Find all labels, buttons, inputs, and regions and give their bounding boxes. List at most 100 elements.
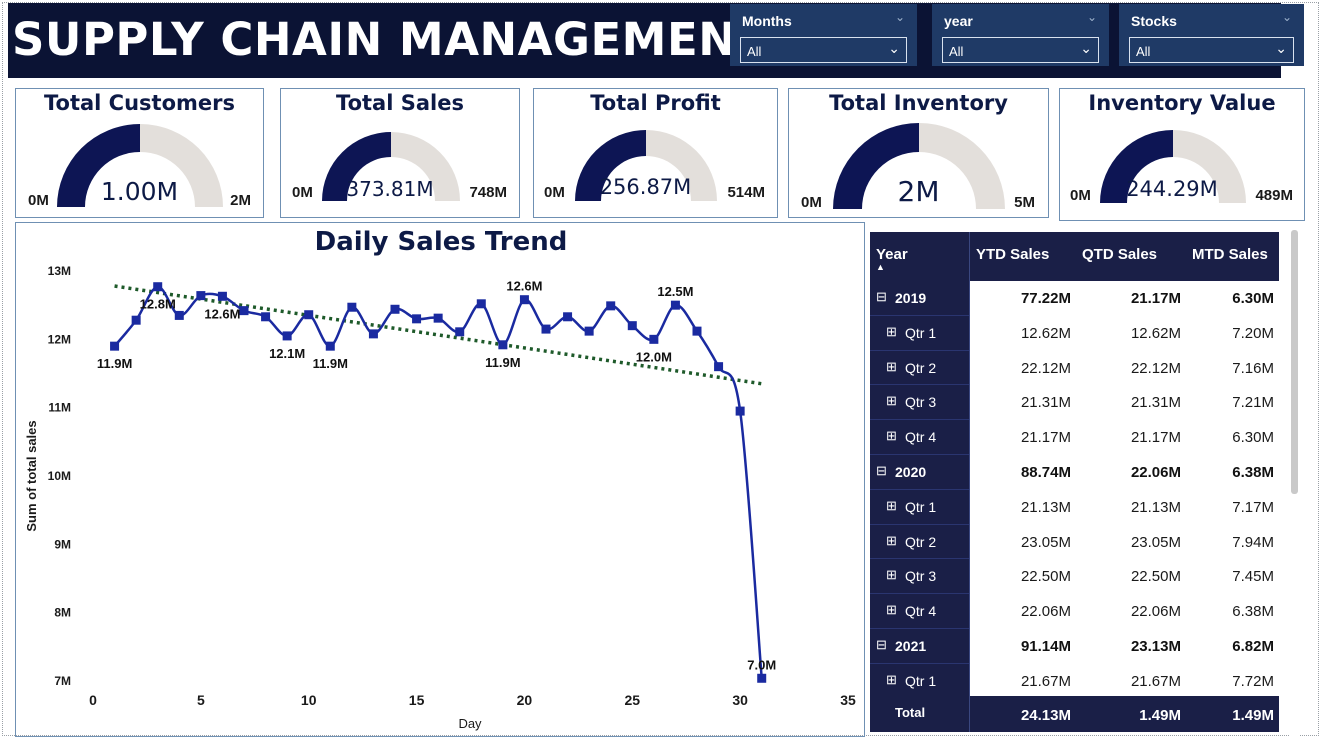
collapse-icon[interactable]: ⊟ — [876, 289, 887, 305]
data-point[interactable] — [261, 312, 271, 322]
data-point[interactable] — [649, 334, 659, 344]
year-dropdown[interactable]: All ⌄ — [942, 37, 1099, 63]
collapse-icon[interactable]: ⊟ — [876, 637, 887, 653]
kpi-total-sales[interactable]: Total Sales 373.81M 0M 748M — [280, 88, 520, 218]
y-axis-title: Sum of total sales — [24, 420, 39, 531]
x-axis-title: Day — [458, 716, 482, 731]
data-point[interactable] — [476, 299, 486, 309]
expand-icon[interactable]: ⊞ — [886, 672, 897, 688]
row-label: 2020 — [895, 464, 927, 480]
data-point[interactable] — [131, 315, 141, 325]
data-point[interactable] — [757, 673, 767, 683]
col-mtd-sales[interactable]: MTD Sales — [1192, 246, 1268, 263]
row-header[interactable]: ⊞ Qtr 4 — [870, 594, 969, 629]
expand-icon[interactable]: ⊞ — [886, 567, 897, 583]
data-point[interactable] — [368, 329, 378, 339]
data-point[interactable] — [412, 314, 422, 324]
data-point[interactable] — [735, 406, 745, 416]
row-header[interactable]: ⊞ Qtr 1 — [870, 315, 969, 350]
data-point[interactable] — [433, 313, 443, 323]
row-header[interactable]: ⊞ Qtr 3 — [870, 385, 969, 420]
data-label: 12.1M — [269, 346, 305, 361]
expand-icon[interactable]: ⊞ — [886, 393, 897, 409]
row-header[interactable]: ⊟ 2021 — [870, 629, 969, 663]
data-point[interactable] — [282, 331, 292, 341]
trend-line — [114, 284, 762, 386]
quarter-row[interactable]: ⊞ Qtr 4 22.06M 22.06M 6.38M — [870, 594, 1279, 629]
scrollbar-thumb[interactable] — [1291, 230, 1298, 494]
kpi-total-inventory[interactable]: Total Inventory 2M 0M 5M — [788, 88, 1049, 218]
expand-icon[interactable]: ⊞ — [886, 498, 897, 514]
chevron-down-icon[interactable]: ⌄ — [895, 10, 905, 24]
quarter-row[interactable]: ⊞ Qtr 4 21.17M 21.17M 6.30M — [870, 420, 1279, 455]
data-label: 12.5M — [657, 284, 693, 299]
stocks-dropdown[interactable]: All ⌄ — [1129, 37, 1294, 63]
chevron-down-icon[interactable]: ⌄ — [1087, 10, 1097, 24]
kpi-total-customers[interactable]: Total Customers 1.00M 0M 2M — [15, 88, 264, 218]
row-header[interactable]: ⊟ 2019 — [870, 281, 969, 315]
data-point[interactable] — [325, 341, 335, 351]
cell-qtd: 23.13M — [1130, 638, 1181, 655]
collapse-icon[interactable]: ⊟ — [876, 463, 887, 479]
data-point[interactable] — [347, 302, 357, 312]
months-slicer[interactable]: Months ⌄ All ⌄ — [730, 4, 917, 66]
expand-icon[interactable]: ⊞ — [886, 602, 897, 618]
data-point[interactable] — [304, 310, 314, 320]
row-header[interactable]: ⊞ Qtr 2 — [870, 524, 969, 559]
sales-matrix[interactable]: Year ▲ YTD Sales QTD Sales MTD Sales ⊟ 20… — [870, 226, 1306, 736]
row-header[interactable]: ⊞ Qtr 4 — [870, 420, 969, 455]
data-point[interactable] — [239, 306, 249, 316]
data-point[interactable] — [584, 326, 594, 336]
data-point[interactable] — [217, 291, 227, 301]
data-point[interactable] — [670, 300, 680, 310]
row-header[interactable]: ⊞ Qtr 1 — [870, 663, 969, 698]
quarter-row[interactable]: ⊞ Qtr 2 22.12M 22.12M 7.16M — [870, 350, 1279, 385]
data-point[interactable] — [390, 304, 400, 314]
quarter-row[interactable]: ⊞ Qtr 3 22.50M 22.50M 7.45M — [870, 559, 1279, 594]
row-header[interactable]: ⊞ Qtr 2 — [870, 350, 969, 385]
data-point[interactable] — [455, 327, 465, 337]
year-slicer[interactable]: year ⌄ All ⌄ — [932, 4, 1109, 66]
data-point[interactable] — [498, 340, 508, 350]
cell-qtd: 23.05M — [1130, 533, 1181, 551]
data-point[interactable] — [563, 312, 573, 322]
data-point[interactable] — [714, 362, 724, 372]
months-dropdown[interactable]: All ⌄ — [740, 37, 907, 63]
cell-ytd: 22.12M — [1020, 359, 1071, 377]
row-header[interactable]: ⊞ Qtr 3 — [870, 559, 969, 594]
year-row[interactable]: ⊟ 2019 77.22M 21.17M 6.30M — [870, 281, 1279, 315]
daily-sales-chart[interactable]: Daily Sales Trend 7M 8M 9M 10M 11M 12M 13M 0 5 10… — [15, 222, 865, 737]
chevron-down-icon[interactable]: ⌄ — [1282, 10, 1292, 24]
kpi-inventory-value[interactable]: Inventory Value 244.29M 0M 489M — [1059, 88, 1305, 221]
expand-icon[interactable]: ⊞ — [886, 533, 897, 549]
expand-icon[interactable]: ⊞ — [886, 359, 897, 375]
slicer-label: year — [944, 13, 973, 29]
x-tick-label: 15 — [409, 692, 425, 708]
quarter-row[interactable]: ⊞ Qtr 2 23.05M 23.05M 7.94M — [870, 524, 1279, 559]
quarter-row[interactable]: ⊞ Qtr 1 21.13M 21.13M 7.17M — [870, 489, 1279, 524]
data-point[interactable] — [541, 324, 551, 334]
quarter-row[interactable]: ⊞ Qtr 3 21.31M 21.31M 7.21M — [870, 385, 1279, 420]
data-point[interactable] — [110, 341, 120, 351]
stocks-slicer[interactable]: Stocks ⌄ All ⌄ — [1119, 4, 1304, 66]
data-point[interactable] — [519, 295, 529, 305]
row-header[interactable]: ⊟ 2020 — [870, 455, 969, 489]
expand-icon[interactable]: ⊞ — [886, 324, 897, 340]
data-point[interactable] — [196, 291, 206, 301]
quarter-row[interactable]: ⊞ Qtr 1 12.62M 12.62M 7.20M — [870, 315, 1279, 350]
kpi-total-profit[interactable]: Total Profit 256.87M 0M 514M — [533, 88, 778, 218]
data-point[interactable] — [627, 321, 637, 331]
year-row[interactable]: ⊟ 2020 88.74M 22.06M 6.38M — [870, 455, 1279, 489]
expand-icon[interactable]: ⊞ — [886, 428, 897, 444]
col-year[interactable]: Year — [876, 246, 908, 263]
sort-icon[interactable]: ▲ — [876, 262, 885, 272]
year-row[interactable]: ⊟ 2021 91.14M 23.13M 6.82M — [870, 629, 1279, 663]
quarter-row[interactable]: ⊞ Qtr 1 21.67M 21.67M 7.72M — [870, 663, 1279, 698]
row-header[interactable]: ⊞ Qtr 1 — [870, 489, 969, 524]
data-point[interactable] — [153, 282, 163, 292]
data-point[interactable] — [174, 310, 184, 320]
data-point[interactable] — [606, 301, 616, 311]
col-ytd-sales[interactable]: YTD Sales — [976, 246, 1049, 263]
data-point[interactable] — [692, 326, 702, 336]
col-qtd-sales[interactable]: QTD Sales — [1082, 246, 1157, 263]
